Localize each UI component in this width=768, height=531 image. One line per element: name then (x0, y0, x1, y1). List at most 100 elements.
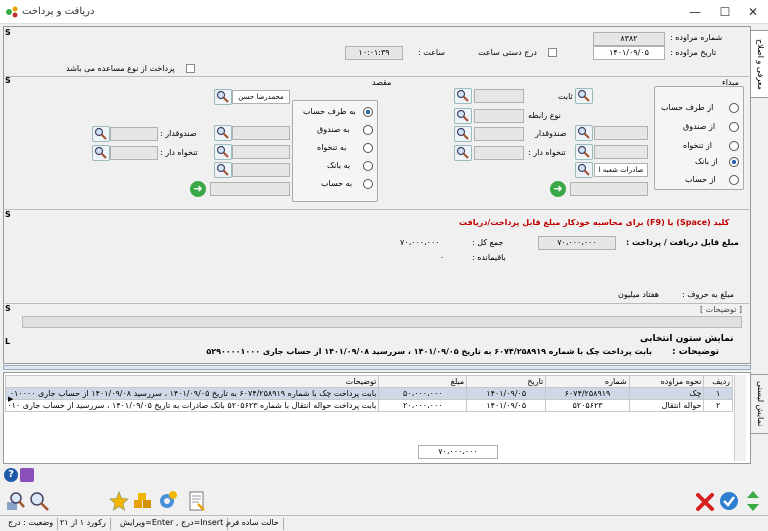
search-icon (216, 126, 229, 139)
document-tool-icon[interactable] (186, 490, 208, 512)
source-petty-field-2[interactable] (594, 145, 648, 159)
payable-label: مبلغ قابل دریافت / پرداخت : (626, 238, 739, 247)
source-cashier-field[interactable] (474, 127, 524, 141)
date-field[interactable]: ۱۴۰۱/۰۹/۰۵ (593, 46, 665, 60)
loan-payment-checkbox[interactable] (186, 64, 195, 73)
col-type[interactable]: نحوه مراوده (628, 375, 705, 388)
source-cashier-lookup[interactable] (575, 125, 593, 141)
s-marker-2: S (5, 76, 11, 85)
voucher-no-field[interactable]: ۸۳۸۲ (593, 32, 665, 46)
time-field[interactable]: ۱۰:۰۱:۳۹ (345, 46, 403, 60)
info-icon[interactable] (20, 468, 34, 482)
search-icon (456, 89, 469, 102)
source-go-arrow-icon[interactable]: ➜ (550, 181, 566, 197)
source-petty-lookup[interactable] (575, 144, 593, 160)
source-petty-label: تنخواه دار : (528, 148, 566, 157)
dest-petty-field-2[interactable] (232, 145, 290, 159)
dest-radio-0[interactable] (363, 107, 373, 117)
row-pointer-icon: ▶ (8, 395, 14, 403)
search-icon (577, 163, 590, 176)
source-radio-2[interactable] (729, 141, 739, 151)
dest-radio-4[interactable] (363, 179, 373, 189)
dest-option-3: به بانک (327, 161, 351, 170)
source-radio-4[interactable] (729, 175, 739, 185)
dest-cashier-field[interactable] (110, 127, 158, 141)
total-value: ۷۰،۰۰۰،۰۰۰ (400, 238, 440, 247)
dest-account-lookup[interactable] (214, 89, 232, 105)
dest-go-arrow-icon[interactable]: ➜ (190, 181, 206, 197)
dest-extra-field[interactable] (232, 163, 290, 177)
loan-payment-label: پرداخت از نوع مساعده می باشد (66, 64, 175, 73)
table-header: توضیحات مبلغ تاریخ شماره نحوه مراوده ردی… (4, 375, 733, 388)
col-amount[interactable]: مبلغ (378, 375, 468, 388)
cell-row: ۱ (703, 387, 733, 400)
dest-radio-1[interactable] (363, 125, 373, 135)
display-col-text: بابت پرداخت چک با شماره ۶۰۷۴/۲۵۸۹۱۹ به ت… (206, 347, 652, 356)
maximize-button[interactable]: ☐ (710, 0, 740, 24)
search-tool-icon[interactable] (28, 490, 50, 512)
source-radio-1[interactable] (729, 122, 739, 132)
desc-field[interactable] (22, 316, 742, 328)
close-button[interactable]: ✕ (738, 0, 768, 24)
dest-petty-label: تنخواه دار : (160, 148, 198, 157)
dest-extra-field-2[interactable] (210, 182, 290, 196)
source-fixed-field[interactable] (474, 89, 524, 103)
status-keys: Insert=درج , Enter=ویرایش (116, 518, 229, 530)
source-radio-3[interactable] (729, 157, 739, 167)
col-date[interactable]: تاریخ (466, 375, 547, 388)
col-description[interactable]: توضیحات (4, 375, 380, 388)
help-icon[interactable]: ? (4, 468, 18, 482)
source-fixed-lookup[interactable] (575, 88, 593, 104)
source-petty-field[interactable] (474, 146, 524, 160)
dest-petty-lookup-2[interactable] (92, 145, 110, 161)
find-tool-icon[interactable] (4, 490, 26, 512)
cell-amount: ۵۰،۰۰۰،۰۰۰ (378, 387, 468, 400)
source-branch-field[interactable]: صادرات شعبه ا (594, 163, 648, 177)
dest-petty-field[interactable] (110, 146, 158, 160)
dest-radio-2[interactable] (363, 143, 373, 153)
payable-field[interactable]: ۷۰،۰۰۰،۰۰۰ (538, 236, 616, 250)
source-cashier-field-2[interactable] (594, 126, 648, 140)
voucher-no-label: شماره مراوده : (670, 33, 723, 42)
dest-extra-lookup[interactable] (214, 162, 232, 178)
l-marker: L (5, 337, 11, 346)
app-icon (6, 6, 18, 18)
cancel-icon[interactable] (694, 491, 716, 513)
table-row[interactable]: بابت پرداخت حواله انتقال با شماره ۵۲۰۵۶۲… (4, 399, 733, 412)
source-fixed-lookup-2[interactable] (454, 88, 472, 104)
tab-edit[interactable]: معرفی و اصلاح (751, 30, 768, 98)
dest-account-field[interactable]: محمدرضا حسن (232, 90, 290, 104)
boxes-tool-icon[interactable] (132, 490, 154, 512)
dest-radio-3[interactable] (363, 161, 373, 171)
updown-arrows-icon[interactable] (743, 490, 763, 512)
source-cashier-label: صندوقدار (535, 129, 567, 138)
source-option-2: از تنخواه (683, 141, 712, 150)
source-option-1: از صندوق (683, 122, 716, 131)
gear-tool-icon[interactable] (156, 490, 178, 512)
splitter[interactable] (3, 365, 751, 370)
dest-cashier-lookup[interactable] (214, 125, 232, 141)
dest-petty-lookup[interactable] (214, 144, 232, 160)
source-extra-field[interactable] (570, 182, 648, 196)
source-relation-field[interactable] (474, 109, 524, 123)
minimize-button[interactable]: — (680, 0, 710, 24)
manual-time-checkbox[interactable] (548, 48, 557, 57)
source-relation-lookup[interactable] (454, 108, 472, 124)
dest-cashier-lookup-2[interactable] (92, 126, 110, 142)
desc-panel-label: [ توضیحات ] (700, 305, 743, 314)
star-tool-icon[interactable] (108, 490, 130, 512)
window-title: دریافت و پرداخت (22, 6, 95, 17)
table-row[interactable]: بابت پرداخت چک با شماره ۶۰۷۴/۲۵۸۹۱۹ به ت… (4, 387, 733, 400)
col-number[interactable]: شماره (545, 375, 630, 388)
divider-3 (5, 303, 749, 304)
dest-cashier-field-2[interactable] (232, 126, 290, 140)
confirm-icon[interactable] (718, 490, 740, 512)
source-radio-0[interactable] (729, 103, 739, 113)
col-row[interactable]: ردیف (703, 375, 733, 388)
source-branch-lookup[interactable] (575, 162, 593, 178)
manual-time-label: درج دستی ساعت (478, 48, 537, 57)
source-petty-lookup-2[interactable] (454, 145, 472, 161)
grid-scrollbar[interactable] (734, 375, 746, 461)
source-cashier-lookup-2[interactable] (454, 126, 472, 142)
tab-list[interactable]: نمایش لیستی (751, 374, 768, 434)
